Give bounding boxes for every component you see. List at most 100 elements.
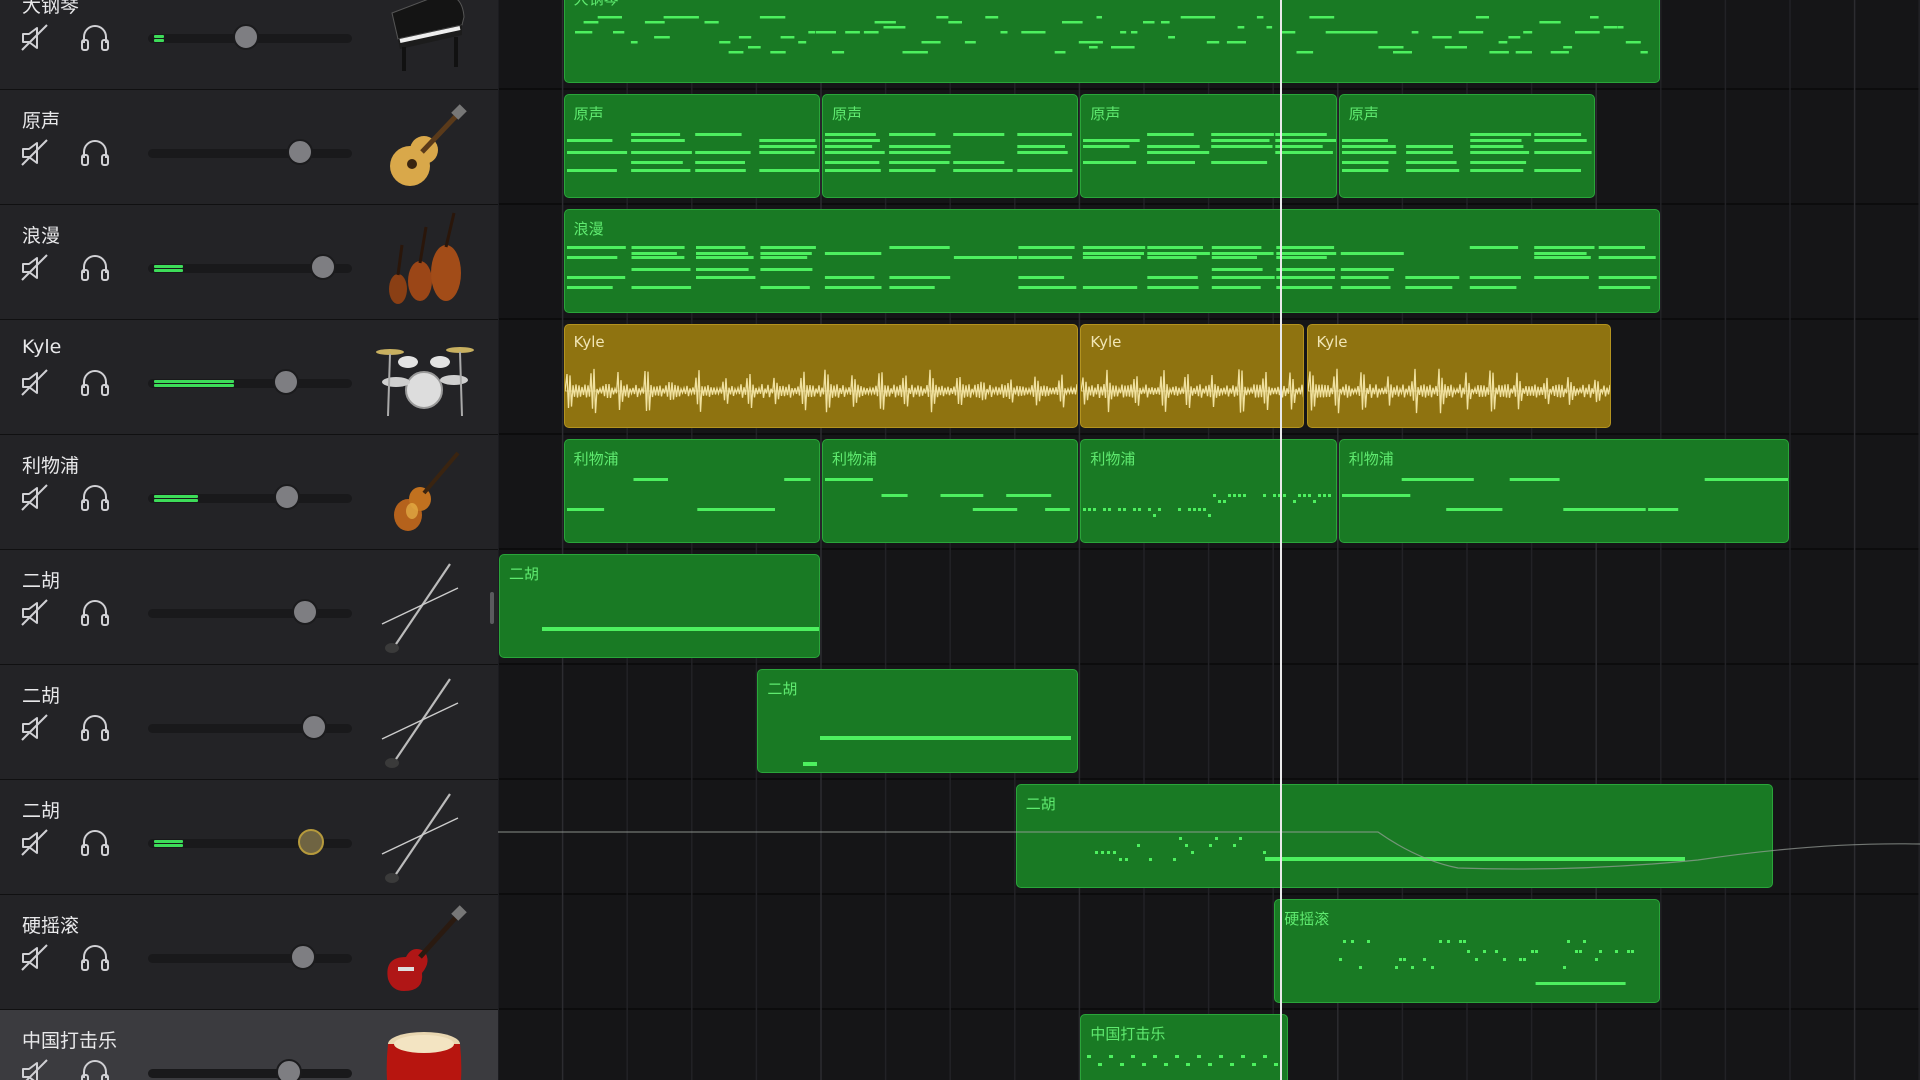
- mute-button[interactable]: [18, 21, 52, 55]
- volume-slider[interactable]: [148, 829, 352, 855]
- instrument-icon[interactable]: [374, 554, 474, 658]
- solo-button[interactable]: [78, 366, 112, 400]
- volume-slider[interactable]: [148, 24, 352, 50]
- instrument-icon[interactable]: [374, 899, 474, 1003]
- midi-region[interactable]: 利物浦: [822, 439, 1079, 543]
- speaker-muted-icon: [21, 599, 48, 626]
- midi-region[interactable]: 原声: [1080, 94, 1337, 198]
- level-meter: [154, 269, 183, 272]
- volume-slider[interactable]: [148, 1059, 352, 1080]
- solo-button[interactable]: [78, 941, 112, 975]
- track-header[interactable]: Kyle: [0, 320, 498, 435]
- track-header[interactable]: 二胡: [0, 780, 498, 895]
- midi-region[interactable]: 浪漫: [563, 209, 1660, 313]
- erhu-icon: [381, 678, 459, 768]
- volume-slider-knob[interactable]: [273, 369, 299, 395]
- instrument-icon[interactable]: [374, 1014, 474, 1080]
- audio-waveform: [1307, 368, 1611, 414]
- solo-button[interactable]: [78, 136, 112, 170]
- midi-region[interactable]: 利物浦: [1338, 439, 1789, 543]
- instrument-icon[interactable]: [374, 324, 474, 428]
- midi-region[interactable]: 硬摇滚: [1274, 899, 1660, 1003]
- midi-region[interactable]: 二胡: [499, 554, 820, 658]
- audio-waveform: [1081, 369, 1304, 413]
- mute-button[interactable]: [18, 596, 52, 630]
- midi-region[interactable]: 利物浦: [1080, 439, 1337, 543]
- midi-region[interactable]: 二胡: [1015, 784, 1773, 888]
- solo-button[interactable]: [78, 711, 112, 745]
- mute-button[interactable]: [18, 826, 52, 860]
- volume-slider-knob[interactable]: [276, 1059, 302, 1080]
- midi-region[interactable]: 二胡: [757, 669, 1079, 773]
- track-header[interactable]: 大钢琴: [0, 0, 498, 90]
- mute-button[interactable]: [18, 941, 52, 975]
- volume-slider[interactable]: [148, 139, 352, 165]
- region-label: Kyle: [1090, 333, 1122, 351]
- volume-slider[interactable]: [148, 484, 352, 510]
- track-name: 浪漫: [22, 225, 61, 247]
- tracks-timeline[interactable]: 大钢琴原声原声原声原声浪漫KyleKyleKyle利物浦利物浦利物浦利物浦二胡二…: [498, 0, 1920, 1080]
- volume-slider-track: [148, 1069, 352, 1078]
- midi-notes: [1339, 940, 1635, 985]
- volume-slider-knob[interactable]: [310, 254, 336, 280]
- region-label: 硬摇滚: [1284, 910, 1330, 928]
- audio-region[interactable]: Kyle: [1306, 324, 1612, 428]
- mute-button[interactable]: [18, 251, 52, 285]
- instrument-icon[interactable]: [374, 94, 474, 198]
- midi-region[interactable]: 大钢琴: [563, 0, 1660, 83]
- track-header[interactable]: 硬摇滚: [0, 895, 498, 1010]
- mute-button[interactable]: [18, 481, 52, 515]
- midi-region[interactable]: 原声: [822, 94, 1079, 198]
- track-header[interactable]: 浪漫: [0, 205, 498, 320]
- level-meter: [154, 384, 234, 387]
- volume-slider-knob[interactable]: [292, 599, 318, 625]
- chinese-drum-icon: [386, 1032, 462, 1080]
- instrument-icon[interactable]: [374, 784, 474, 888]
- volume-slider-knob[interactable]: [301, 714, 327, 740]
- track-name: Kyle: [22, 336, 62, 358]
- midi-notes: [1083, 133, 1336, 164]
- midi-region[interactable]: 利物浦: [563, 439, 820, 543]
- mute-button[interactable]: [18, 1056, 52, 1080]
- volume-slider[interactable]: [148, 714, 352, 740]
- audio-region[interactable]: Kyle: [1080, 324, 1305, 428]
- track-header[interactable]: 二胡: [0, 550, 498, 665]
- instrument-icon[interactable]: [374, 209, 474, 313]
- volume-slider[interactable]: [148, 254, 352, 280]
- midi-region[interactable]: 原声: [563, 94, 820, 198]
- volume-slider-knob[interactable]: [298, 829, 324, 855]
- track-header[interactable]: 二胡: [0, 665, 498, 780]
- midi-region[interactable]: 原声: [1338, 94, 1596, 198]
- volume-slider-knob[interactable]: [290, 944, 316, 970]
- volume-slider[interactable]: [148, 599, 352, 625]
- mute-button[interactable]: [18, 711, 52, 745]
- headphones-icon: [81, 140, 109, 166]
- volume-slider-knob[interactable]: [274, 484, 300, 510]
- volume-slider-knob[interactable]: [233, 24, 259, 50]
- midi-notes: [1087, 1055, 1279, 1066]
- solo-button[interactable]: [78, 596, 112, 630]
- mute-button[interactable]: [18, 136, 52, 170]
- volume-slider[interactable]: [148, 369, 352, 395]
- solo-button[interactable]: [78, 481, 112, 515]
- instrument-icon[interactable]: [374, 669, 474, 773]
- playhead[interactable]: [1280, 0, 1282, 1080]
- mute-button[interactable]: [18, 366, 52, 400]
- midi-region[interactable]: 中国打击乐: [1080, 1014, 1289, 1080]
- instrument-icon[interactable]: [374, 0, 474, 83]
- solo-button[interactable]: [78, 251, 112, 285]
- instrument-icon[interactable]: [374, 439, 474, 543]
- volume-slider[interactable]: [148, 944, 352, 970]
- track-header[interactable]: 中国打击乐: [0, 1010, 498, 1080]
- solo-button[interactable]: [78, 21, 112, 55]
- solo-button[interactable]: [78, 1056, 112, 1080]
- header-resize-handle[interactable]: [490, 592, 494, 624]
- volume-slider-track: [148, 954, 352, 963]
- level-meter: [154, 380, 234, 383]
- volume-slider-knob[interactable]: [287, 139, 313, 165]
- track-header[interactable]: 原声: [0, 90, 498, 205]
- solo-button[interactable]: [78, 826, 112, 860]
- audio-region[interactable]: Kyle: [563, 324, 1079, 428]
- level-meter: [154, 840, 183, 843]
- track-header[interactable]: 利物浦: [0, 435, 498, 550]
